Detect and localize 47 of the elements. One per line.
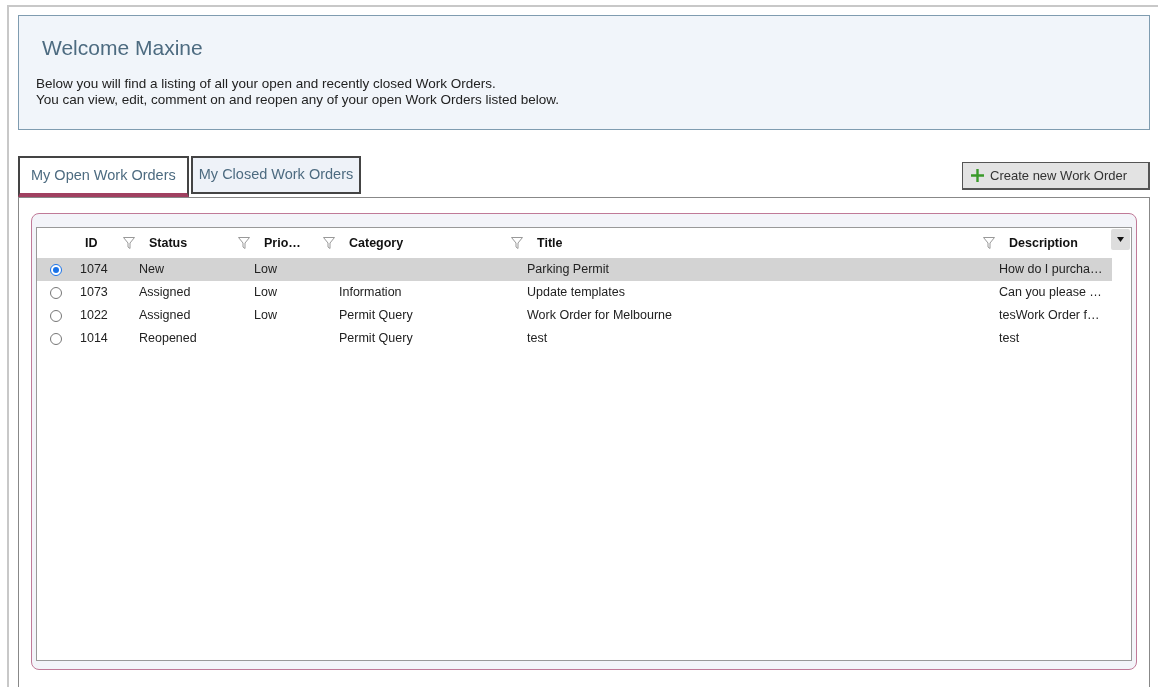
- table-cell: 1022: [80, 308, 108, 323]
- table-cell: Low: [254, 285, 277, 300]
- intro-text: You can view, edit, comment on and reopen any of your open Work Orders listed below.: [36, 92, 561, 108]
- table-cell: Information: [339, 285, 402, 300]
- table-cell: Permit Query: [339, 308, 413, 323]
- table-cell: Can you please …: [999, 285, 1102, 300]
- filter-icon[interactable]: [323, 237, 335, 249]
- column-header[interactable]: ID: [74, 233, 117, 253]
- create-button[interactable]: Create new Work Order: [962, 162, 1150, 190]
- welcome-title: Welcome Maxine: [41, 35, 204, 61]
- filter-icon[interactable]: [238, 237, 250, 249]
- filter-icon[interactable]: [511, 237, 523, 249]
- column-header[interactable]: Description: [977, 233, 1114, 253]
- table-cell: Low: [254, 262, 277, 277]
- radio-button[interactable]: [49, 263, 62, 276]
- tab[interactable]: My Closed Work Orders: [190, 156, 362, 194]
- caret-icon: [1117, 237, 1124, 242]
- table-cell: Low: [254, 308, 277, 323]
- table-cell: Permit Query: [339, 331, 413, 346]
- table-cell: Parking Permit: [527, 262, 609, 277]
- table-row[interactable]: 1074 New Low Parking Permit How do I purcha…: [37, 258, 1112, 281]
- table-cell: New: [139, 262, 164, 277]
- column-header[interactable]: Category: [317, 233, 505, 253]
- tab[interactable]: My Open Work Orders: [18, 156, 189, 197]
- table-cell: 1014: [80, 331, 108, 346]
- column-header[interactable]: Status: [117, 233, 232, 253]
- table-cell: Assigned: [139, 308, 191, 323]
- table-cell: 1073: [80, 285, 108, 300]
- plus-icon: [971, 169, 984, 182]
- column-header[interactable]: Prio…: [232, 233, 317, 253]
- table-cell: test: [999, 331, 1020, 346]
- table-cell: How do I purcha…: [999, 262, 1103, 277]
- filter-icon[interactable]: [123, 237, 135, 249]
- column-menu-button[interactable]: [1111, 229, 1130, 250]
- filter-icon[interactable]: [983, 237, 995, 249]
- column-header[interactable]: Title: [505, 233, 977, 253]
- table-cell: Assigned: [139, 285, 191, 300]
- table-cell: test: [527, 331, 548, 346]
- table-cell: Reopened: [139, 331, 197, 346]
- radio-button[interactable]: [49, 309, 62, 322]
- radio-button[interactable]: [49, 332, 62, 345]
- radio-button[interactable]: [49, 286, 62, 299]
- table-cell: tesWork Order f…: [999, 308, 1100, 323]
- table-cell: Work Order for Melbourne: [527, 308, 672, 323]
- intro-text: Below you will find a listing of all your open and recently closed Work Orders.: [36, 76, 497, 92]
- table-cell: 1074: [80, 262, 108, 277]
- table-cell: Update templates: [527, 285, 625, 300]
